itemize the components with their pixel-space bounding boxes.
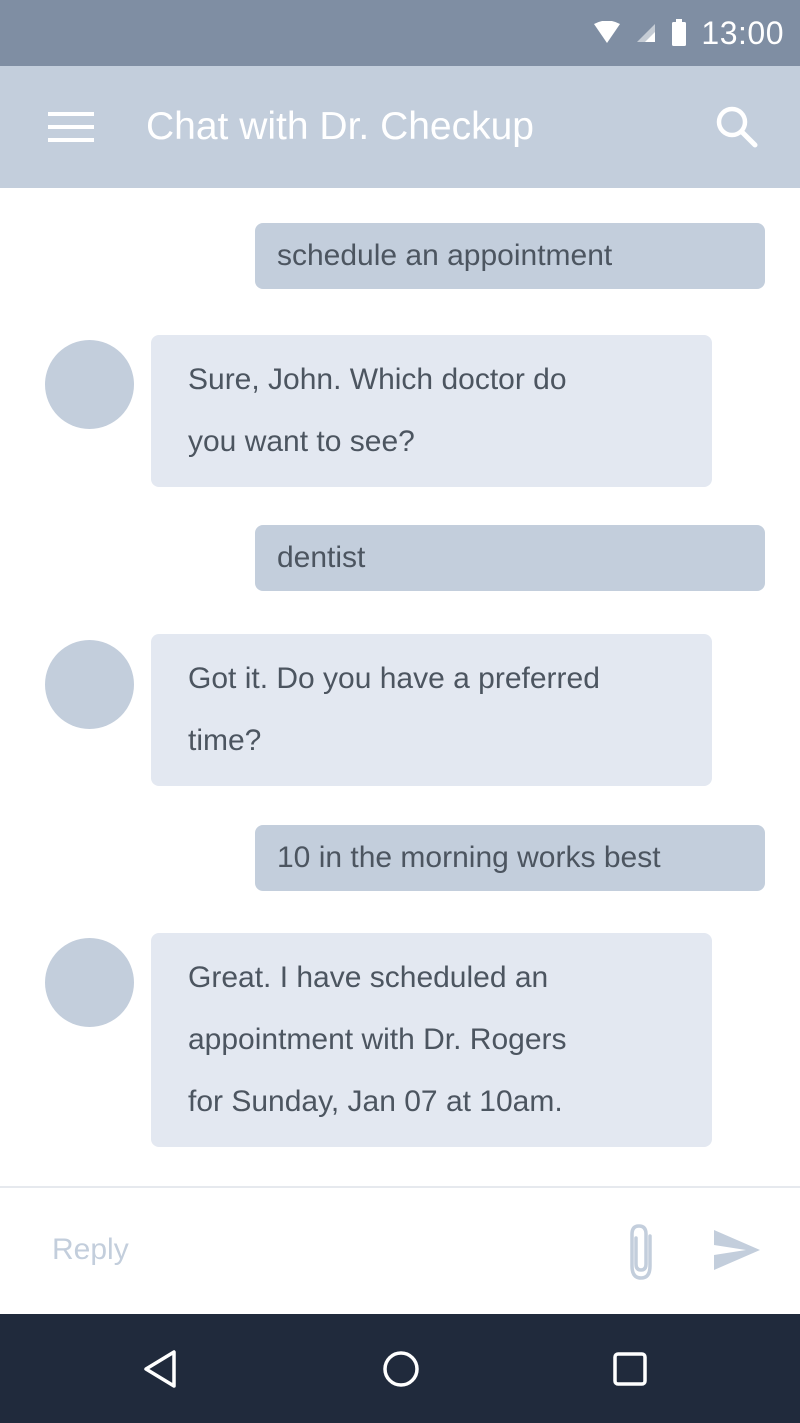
reply-input[interactable] [52, 1218, 572, 1282]
page-title: Chat with Dr. Checkup [146, 105, 535, 148]
message-text: 10 in the morning works best [277, 841, 661, 874]
paperclip-icon[interactable] [620, 1222, 664, 1284]
user-message-bubble: dentist [255, 525, 765, 591]
cell-signal-icon [637, 24, 656, 42]
avatar [45, 938, 134, 1027]
message-line: time? [188, 724, 262, 757]
battery-icon [672, 19, 687, 46]
message-text: dentist [277, 541, 366, 574]
search-icon[interactable] [712, 102, 762, 152]
message-text: schedule an appointment [277, 239, 613, 272]
app-bar: Chat with Dr. Checkup [0, 66, 800, 188]
bot-message-bubble: Got it. Do you have a preferred time? [151, 634, 712, 786]
message-line: Got it. Do you have a preferred [188, 662, 600, 695]
avatar [45, 640, 134, 729]
message-line: for Sunday, Jan 07 at 10am. [188, 1085, 563, 1118]
chat-thread[interactable]: schedule an appointment Sure, John. Whic… [0, 188, 800, 1186]
status-time: 13:00 [701, 14, 784, 51]
recents-icon[interactable] [607, 1346, 653, 1392]
bot-message-bubble: Sure, John. Which doctor do you want to … [151, 335, 712, 487]
status-bar: 13:00 [0, 0, 800, 66]
home-icon[interactable] [378, 1346, 424, 1392]
message-line: appointment with Dr. Rogers [188, 1023, 567, 1056]
user-message-bubble: schedule an appointment [255, 223, 765, 289]
reply-composer [0, 1186, 800, 1314]
status-icons: 13:00 [593, 0, 784, 66]
send-icon[interactable] [712, 1228, 762, 1272]
message-line: Sure, John. Which doctor do [188, 363, 567, 396]
avatar [45, 340, 134, 429]
system-nav-bar [0, 1314, 800, 1423]
back-icon[interactable] [138, 1346, 184, 1392]
message-line: Great. I have scheduled an [188, 961, 549, 994]
menu-icon[interactable] [48, 108, 96, 148]
user-message-bubble: 10 in the morning works best [255, 825, 765, 891]
bot-message-bubble: Great. I have scheduled an appointment w… [151, 933, 712, 1147]
message-line: you want to see? [188, 425, 415, 458]
wifi-icon [594, 21, 621, 43]
